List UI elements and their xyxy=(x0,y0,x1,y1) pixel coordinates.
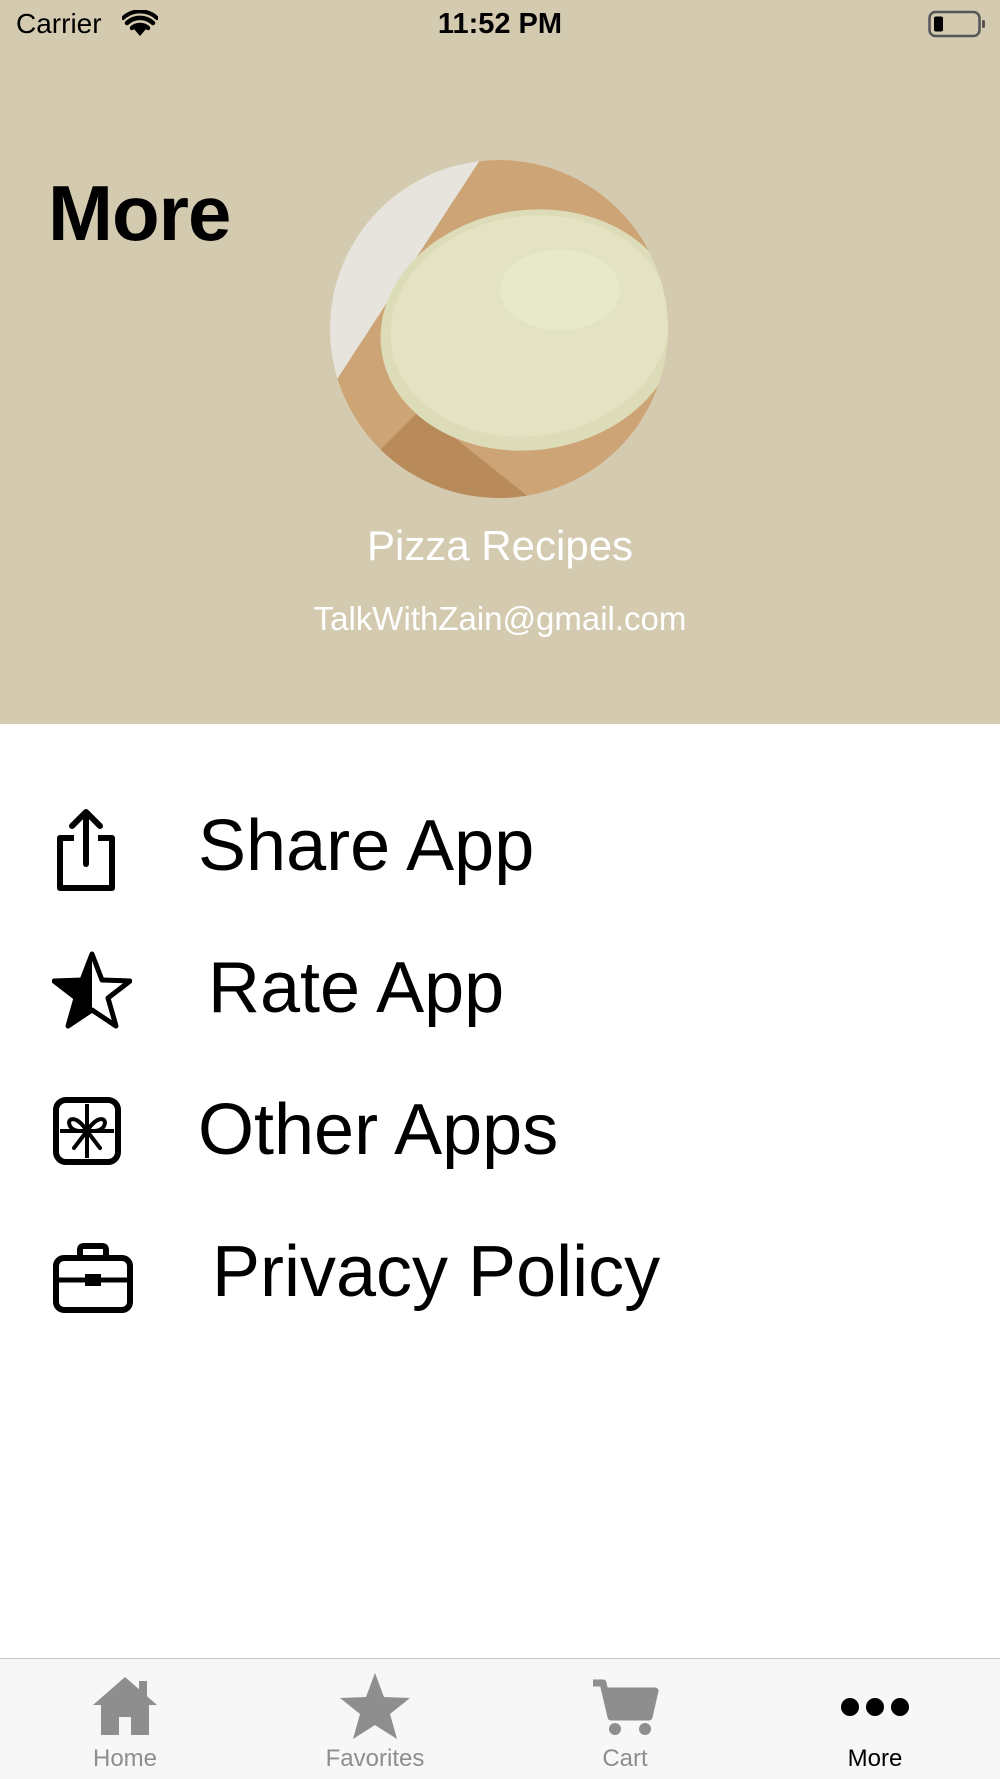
tab-more[interactable]: More xyxy=(750,1659,1000,1779)
page-title: More xyxy=(48,169,231,257)
tab-label: More xyxy=(847,1745,903,1772)
ellipsis-icon xyxy=(841,1698,909,1716)
briefcase-icon xyxy=(53,1243,133,1313)
tab-bar: Home Favorites Cart More xyxy=(0,1658,1000,1779)
status-time: 11:52 PM xyxy=(437,8,563,40)
menu-item-label: Other Apps xyxy=(198,1090,559,1170)
star-half-icon xyxy=(52,951,132,1029)
status-bar: Carrier 11:52 PM xyxy=(0,0,1000,50)
profile-name: Pizza Recipes xyxy=(366,522,634,569)
star-icon xyxy=(340,1673,410,1739)
menu-item-share-app[interactable]: Share App xyxy=(0,786,1000,906)
share-icon xyxy=(57,809,115,891)
pizza-dough-image xyxy=(330,160,668,498)
cart-icon xyxy=(593,1679,659,1735)
tab-home[interactable]: Home xyxy=(0,1659,250,1779)
menu-item-label: Privacy Policy xyxy=(212,1232,661,1312)
gift-icon xyxy=(53,1097,121,1165)
profile-header: Carrier 11:52 PM More Pizza Recipes Talk… xyxy=(0,0,1000,724)
menu-item-rate-app[interactable]: Rate App xyxy=(0,928,1000,1048)
house-icon xyxy=(93,1677,157,1735)
tab-label: Cart xyxy=(602,1745,648,1772)
menu-item-privacy-policy[interactable]: Privacy Policy xyxy=(0,1212,1000,1332)
profile-email: TalkWithZain@gmail.com xyxy=(313,600,687,637)
avatar xyxy=(330,160,668,498)
tab-label: Favorites xyxy=(325,1745,425,1772)
battery-icon xyxy=(928,10,985,38)
tab-cart[interactable]: Cart xyxy=(500,1659,750,1779)
menu-item-label: Share App xyxy=(198,806,535,886)
tab-label: Home xyxy=(92,1745,158,1772)
menu-item-other-apps[interactable]: Other Apps xyxy=(0,1070,1000,1190)
tab-favorites[interactable]: Favorites xyxy=(250,1659,500,1779)
menu-item-label: Rate App xyxy=(208,948,505,1028)
